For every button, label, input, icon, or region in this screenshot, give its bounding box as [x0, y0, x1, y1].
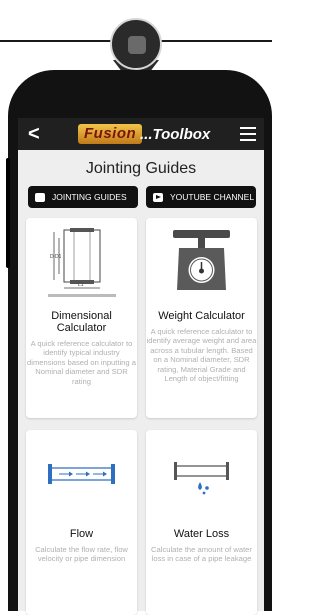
weight-calculator-card[interactable]: Weight Calculator A quick reference calc…	[146, 218, 257, 418]
svg-text:D: D	[50, 254, 54, 260]
hamburger-menu-icon[interactable]	[240, 127, 256, 141]
card-description: Calculate the amount of water loss in ca…	[151, 545, 252, 564]
pipe-dimension-diagram: D D1 L1	[26, 218, 137, 300]
svg-text:L1: L1	[78, 282, 84, 288]
water-loss-card[interactable]: Water Loss Calculate the amount of water…	[146, 430, 257, 615]
youtube-channel-label: YOUTUBE CHANNEL	[170, 192, 255, 202]
card-description: A quick reference calculator to identify…	[146, 327, 257, 384]
youtube-channel-button[interactable]: YOUTUBE CHANNEL	[146, 186, 256, 208]
play-icon	[153, 192, 163, 202]
phone-side-button	[6, 158, 10, 268]
flow-card[interactable]: Flow Calculate the flow rate, flow veloc…	[26, 430, 137, 615]
card-title: Dimensional Calculator	[51, 310, 112, 334]
fusion-logo: Fusion	[78, 124, 143, 144]
app-bar: < Fusion ...Toolbox	[18, 118, 264, 150]
card-description: Calculate the flow rate, flow velocity o…	[35, 545, 128, 564]
jointing-guides-button[interactable]: JOINTING GUIDES	[28, 186, 138, 208]
back-arrow-icon[interactable]: <	[28, 123, 40, 146]
main-content: Jointing Guides JOINTING GUIDES YOUTUBE …	[18, 150, 264, 615]
card-title: Flow	[69, 528, 94, 540]
scale-icon	[146, 218, 257, 300]
card-title: Water Loss	[173, 528, 230, 540]
svg-text:D1: D1	[55, 254, 62, 260]
document-icon	[35, 192, 45, 202]
card-title: Weight Calculator	[158, 310, 245, 322]
page-title: Jointing Guides	[85, 160, 197, 177]
jointing-guides-label: JOINTING GUIDES	[52, 192, 127, 202]
dimensional-calculator-card[interactable]: D D1 L1 Dimensional Calculator A quick r…	[26, 218, 137, 418]
app-title: ...Toolbox	[140, 126, 211, 143]
location-pin-icon	[110, 18, 162, 70]
pipe-flow-icon	[26, 430, 137, 510]
card-description: A quick reference calculator to identify…	[27, 339, 136, 386]
pipe-leak-icon	[146, 430, 257, 510]
